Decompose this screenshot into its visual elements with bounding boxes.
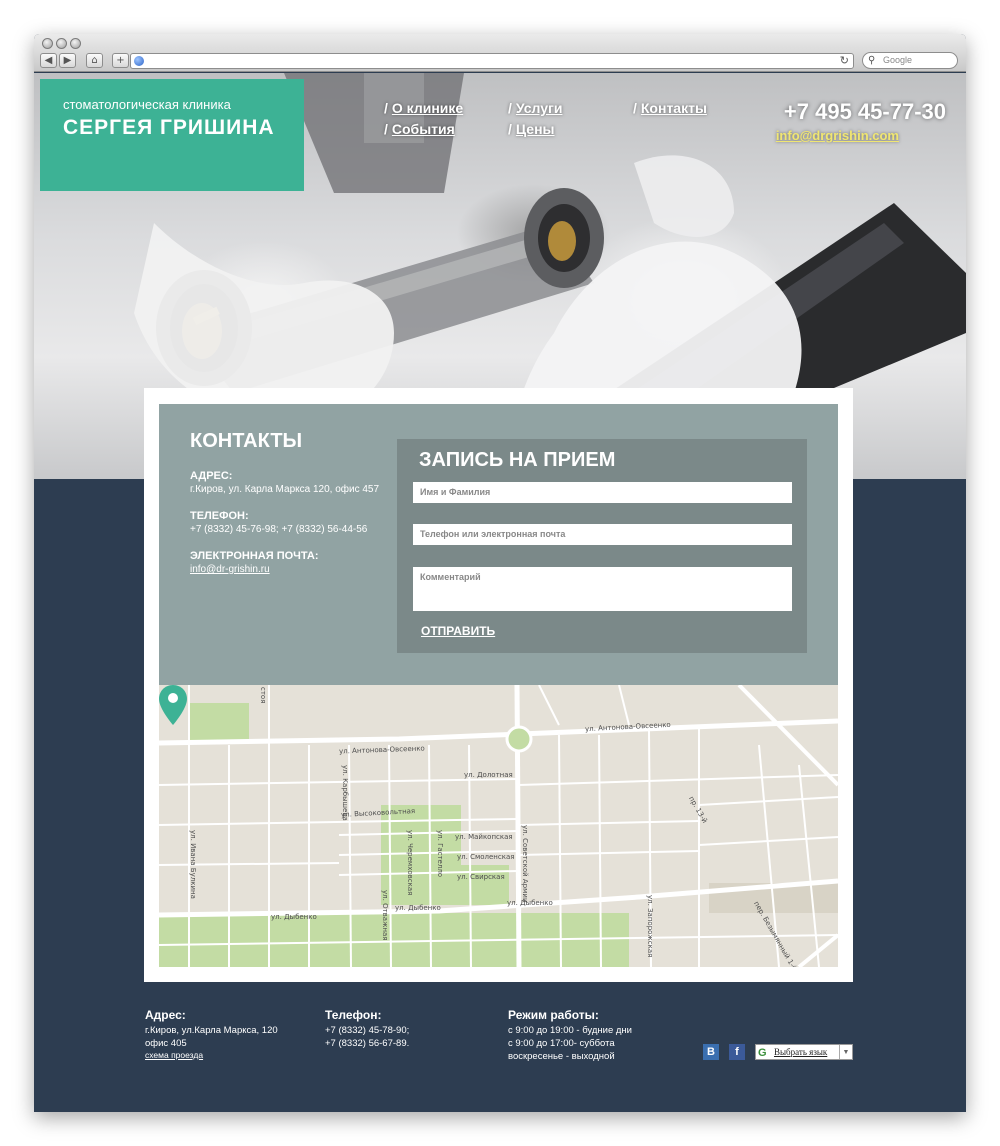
- footer-hours-line: с 9:00 до 17:00- суббота: [508, 1038, 615, 1049]
- footer-hours: Режим работы: с 9:00 до 19:00 - будние д…: [508, 1008, 632, 1063]
- footer-hours-line: воскресенье - выходной: [508, 1051, 615, 1062]
- menu-slash: /: [384, 100, 388, 116]
- contacts-panel: КОНТАКТЫ АДРЕС: г.Киров, ул. Карла Маркс…: [159, 404, 838, 685]
- submit-button[interactable]: ОТПРАВИТЬ: [421, 624, 495, 638]
- google-translate-icon: G: [758, 1047, 767, 1059]
- add-bookmark-icon[interactable]: +: [112, 53, 129, 68]
- menu-slash: /: [384, 121, 388, 137]
- street-label: ул. Отважная: [381, 890, 389, 941]
- main-menu-col-2: / Услуги / Цены: [508, 100, 562, 142]
- menu-slash: /: [508, 100, 512, 116]
- browser-search-placeholder: Google: [883, 55, 913, 65]
- form-heading: ЗАПИСЬ НА ПРИЕМ: [419, 449, 616, 471]
- footer-hours-title: Режим работы:: [508, 1008, 599, 1022]
- appointment-form: ЗАПИСЬ НА ПРИЕМ Имя и Фамилия Телефон ил…: [397, 439, 807, 653]
- menu-item-events[interactable]: События: [392, 121, 455, 137]
- logo[interactable]: стоматологическая клиника СЕРГЕЯ ГРИШИНА: [40, 79, 304, 191]
- browser-search-field[interactable]: ⚲ Google: [862, 52, 958, 69]
- header-phone[interactable]: +7 495 45-77-30: [784, 99, 946, 125]
- street-label: ул. Черемховская: [406, 830, 414, 896]
- map-roads: [159, 685, 838, 967]
- back-button[interactable]: ◀: [40, 53, 57, 68]
- contacts-heading: КОНТАКТЫ: [190, 430, 303, 452]
- street-label: ул. Дыбенко: [271, 913, 317, 921]
- minimize-window-button[interactable]: [56, 38, 67, 49]
- home-icon[interactable]: ⌂: [86, 53, 103, 68]
- phone-label: ТЕЛЕФОН:: [190, 510, 249, 522]
- browser-titlebar: ◀ ▶ ⌂ + ↻ ⚲ Google: [34, 34, 966, 72]
- phone-value: +7 (8332) 45-76-98; +7 (8332) 56-44-56: [190, 524, 368, 535]
- vk-icon[interactable]: В: [703, 1044, 719, 1060]
- header-email-link[interactable]: info@drgrishin.com: [776, 128, 899, 143]
- footer-hours-line: с 9:00 до 19:00 - будние дни: [508, 1025, 632, 1036]
- menu-item-about[interactable]: О клинике: [392, 100, 463, 116]
- footer-address-line: офис 405: [145, 1038, 187, 1049]
- street-label: ул. Долотная: [464, 771, 513, 779]
- forward-button[interactable]: ▶: [59, 53, 76, 68]
- browser-window: ◀ ▶ ⌂ + ↻ ⚲ Google стоматологическая кли…: [34, 34, 966, 1112]
- close-window-button[interactable]: [42, 38, 53, 49]
- address-value: г.Киров, ул. Карла Маркса 120, офис 457: [190, 484, 380, 495]
- menu-item-contacts[interactable]: Контакты: [641, 100, 707, 116]
- street-label: ул. Гастелло: [436, 830, 444, 878]
- contact-input[interactable]: Телефон или электронная почта: [413, 524, 792, 545]
- email-label: ЭЛЕКТРОННАЯ ПОЧТА:: [190, 550, 319, 562]
- logo-title: СЕРГЕЯ ГРИШИНА: [63, 116, 275, 139]
- menu-slash: /: [508, 121, 512, 137]
- street-label: ул. Карбышева: [341, 765, 349, 821]
- reload-icon[interactable]: ↻: [840, 54, 849, 67]
- street-label: ул. Запорожская: [646, 895, 654, 958]
- address-label: АДРЕС:: [190, 470, 233, 482]
- comment-textarea[interactable]: Комментарий: [413, 567, 792, 611]
- street-label: стоя: [259, 687, 267, 704]
- street-label: ул. Дыбенко: [395, 904, 441, 912]
- zoom-window-button[interactable]: [70, 38, 81, 49]
- globe-icon: [134, 56, 144, 66]
- magnifier-icon: ⚲: [868, 55, 876, 66]
- footer-address: Адрес: г.Киров, ул.Карла Маркса, 120 офи…: [145, 1008, 278, 1060]
- menu-item-services[interactable]: Услуги: [516, 100, 563, 116]
- contacts-card: КОНТАКТЫ АДРЕС: г.Киров, ул. Карла Маркс…: [144, 388, 853, 982]
- route-map-link[interactable]: схема проезда: [145, 1050, 278, 1060]
- footer-phone: Телефон: +7 (8332) 45-78-90; +7 (8332) 5…: [325, 1008, 409, 1050]
- footer-address-title: Адрес:: [145, 1008, 186, 1022]
- street-label: ул. Майкопская: [455, 833, 513, 841]
- street-label: ул. Ивана Булкина: [189, 830, 197, 899]
- chevron-down-icon: ▼: [839, 1045, 852, 1059]
- facebook-icon[interactable]: f: [729, 1044, 745, 1060]
- email-link[interactable]: info@dr-grishin.ru: [190, 564, 270, 575]
- language-selector[interactable]: G Выбрать язык ▼: [755, 1044, 853, 1060]
- location-pin-icon[interactable]: [159, 685, 187, 725]
- street-label: ул. Дыбенко: [507, 899, 553, 907]
- main-menu-col-3: / Контакты: [633, 100, 707, 121]
- name-input[interactable]: Имя и Фамилия: [413, 482, 792, 503]
- location-map[interactable]: ул. Антонова-Овсеенко ул. Антонова-Овсее…: [159, 685, 838, 967]
- street-label: ул. Смоленская: [457, 853, 515, 861]
- menu-slash: /: [633, 100, 637, 116]
- footer-phone-line: +7 (8332) 56-67-89.: [325, 1038, 410, 1049]
- street-label: ул. Советской Армии: [521, 825, 529, 903]
- logo-subtitle: стоматологическая клиника: [63, 97, 231, 112]
- footer-phone-line: +7 (8332) 45-78-90;: [325, 1025, 410, 1036]
- footer-phone-title: Телефон:: [325, 1008, 382, 1022]
- language-selector-label: Выбрать язык: [774, 1047, 828, 1057]
- footer-address-line: г.Киров, ул.Карла Маркса, 120: [145, 1025, 278, 1036]
- address-bar[interactable]: ↻: [130, 53, 854, 69]
- main-menu-col-1: / О клинике / События: [384, 100, 463, 142]
- menu-item-prices[interactable]: Цены: [516, 121, 555, 137]
- street-label: ул. Свирская: [457, 873, 505, 881]
